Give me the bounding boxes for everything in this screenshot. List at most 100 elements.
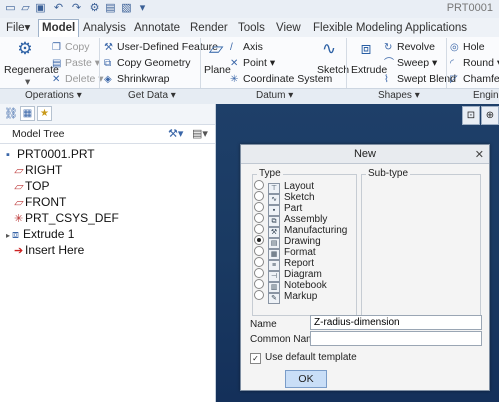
refit-icon[interactable]: ⊡ (462, 106, 480, 125)
radio-icon[interactable] (254, 224, 264, 234)
model-tree-tab-icon[interactable]: ⛓ (4, 107, 18, 120)
open-file-icon[interactable]: ▱ (19, 2, 32, 15)
regenerate-icon: ⚙ (17, 39, 33, 58)
tab-model[interactable]: Model (38, 19, 80, 38)
copy-button[interactable]: ❐ Copy (52, 41, 90, 54)
group-engineering[interactable]: Engine (473, 90, 499, 101)
type-option-markup[interactable]: ✎ Markup (254, 290, 317, 304)
subtype-group: Sub-type (361, 168, 481, 316)
delete-button[interactable]: ✕ Delete ▾ (52, 73, 104, 86)
subtype-group-label: Sub-type (366, 168, 411, 179)
markup-type-icon: ✎ (268, 293, 280, 304)
tab-flexible-modeling[interactable]: Flexible Modeling (310, 20, 406, 36)
quick-access-toolbar: ▭ ▱ ▣ ↶ ↷ ⚙ ▤ ▧ ▾ PRT0001 (0, 0, 499, 19)
radio-icon[interactable] (254, 213, 264, 223)
shrinkwrap-icon: ◈ (104, 74, 112, 85)
regenerate-small-icon[interactable]: ⚙ (88, 2, 101, 15)
tree-settings-icon[interactable]: ⚒▾ (168, 127, 183, 140)
tab-annotate[interactable]: Annotate (131, 20, 183, 36)
customize-icon[interactable]: ▾ (136, 2, 149, 15)
datum-plane-icon: ▱ (14, 197, 23, 209)
common-name-input[interactable] (310, 331, 482, 346)
sketch-button[interactable]: Sketch (317, 64, 349, 76)
datum-plane-icon: ▱ (14, 181, 23, 193)
regenerate-button[interactable]: Regenerate (4, 64, 59, 76)
radio-icon[interactable] (254, 257, 264, 267)
name-label: Name (250, 319, 277, 330)
hole-button[interactable]: ◎ Hole (450, 41, 485, 54)
revolve-icon: ↻ (384, 42, 393, 53)
radio-icon[interactable] (254, 268, 264, 278)
csys-icon: ✳ (230, 74, 239, 85)
group-get-data[interactable]: Get Data ▾ (128, 90, 176, 101)
tab-tools[interactable]: Tools (235, 20, 268, 36)
regenerate-dropdown-icon[interactable]: ▾ (25, 76, 30, 88)
extrude-icon: ⧈ (360, 39, 372, 58)
tree-item-part[interactable]: ▪ PRT0001.PRT (6, 146, 95, 163)
tab-applications[interactable]: Applications (402, 20, 470, 36)
paste-button[interactable]: ▤ Paste ▾ (52, 57, 100, 70)
point-button[interactable]: ✕ Point ▾ (230, 57, 275, 70)
favorites-tab-icon[interactable]: ★ (37, 106, 52, 121)
swept-blend-icon: ⌇ (384, 74, 389, 85)
tree-item-front[interactable]: ▱ FRONT (14, 194, 66, 211)
radio-icon[interactable] (254, 202, 264, 212)
dialog-title: New (353, 148, 376, 160)
group-operations[interactable]: Operations ▾ (25, 90, 82, 101)
save-icon[interactable]: ▣ (34, 2, 47, 15)
extrude-feature-icon: ⧈ (12, 229, 20, 241)
tab-render[interactable]: Render (187, 20, 231, 36)
checkbox-checked-icon[interactable]: ✓ (250, 353, 261, 364)
ok-button[interactable]: OK (285, 370, 327, 388)
tree-item-csys[interactable]: ✳ PRT_CSYS_DEF (14, 210, 119, 227)
zoom-in-icon[interactable]: ⊕ (481, 106, 499, 125)
tree-item-insert-here[interactable]: ➔ Insert Here (14, 242, 84, 259)
tab-view[interactable]: View (273, 20, 304, 36)
chamfer-button[interactable]: ◸Chamfer (450, 73, 499, 86)
window-icon[interactable]: ▤ (104, 2, 117, 15)
radio-icon[interactable] (254, 246, 264, 256)
radio-icon[interactable] (254, 180, 264, 190)
new-file-icon[interactable]: ▭ (4, 2, 17, 15)
delete-icon: ✕ (52, 74, 61, 85)
tree-show-icon[interactable]: ▤▾ (192, 127, 208, 140)
axis-button[interactable]: / Axis (230, 41, 263, 54)
copy-geometry-icon: ⧉ (104, 58, 112, 69)
tree-item-right[interactable]: ▱ RIGHT (14, 162, 62, 179)
undo-icon[interactable]: ↶ (52, 2, 65, 15)
csys-icon: ✳ (14, 213, 24, 225)
graphics-toolbar: ⊡ ⊕ (458, 106, 499, 126)
name-input[interactable] (310, 315, 482, 330)
expand-arrow-icon[interactable]: ▸ (6, 231, 10, 240)
copy-geometry-button[interactable]: ⧉ Copy Geometry (104, 57, 191, 70)
sweep-button[interactable]: ⌒ Sweep ▾ (384, 57, 437, 70)
round-button[interactable]: ◜Round ▾ (450, 57, 499, 70)
extrude-button[interactable]: Extrude (351, 64, 387, 76)
folder-browser-tab-icon[interactable]: ▦ (20, 106, 35, 121)
use-default-template-checkbox[interactable]: ✓ Use default template (250, 352, 357, 364)
group-shapes[interactable]: Shapes ▾ (378, 90, 420, 101)
axis-icon: / (230, 42, 233, 53)
dialog-title-bar: New ✕ (241, 145, 489, 164)
hole-icon: ◎ (450, 42, 459, 53)
model-tree-title: Model Tree (12, 128, 65, 140)
radio-icon[interactable] (254, 191, 264, 201)
tab-file[interactable]: File▾ (3, 20, 33, 36)
shrinkwrap-button[interactable]: ◈ Shrinkwrap (104, 73, 170, 86)
radio-selected-icon[interactable] (254, 235, 264, 245)
revolve-button[interactable]: ↻ Revolve (384, 41, 435, 54)
insert-arrow-icon: ➔ (14, 245, 24, 257)
redo-icon[interactable]: ↷ (70, 2, 83, 15)
close-icon[interactable]: ✕ (475, 146, 484, 164)
chamfer-icon: ◸ (450, 74, 458, 85)
close-window-icon[interactable]: ▧ (120, 2, 133, 15)
datum-plane-icon: ▱ (14, 165, 23, 177)
tab-analysis[interactable]: Analysis (80, 20, 129, 36)
plane-button[interactable]: Plane (204, 64, 231, 76)
new-dialog: New ✕ Type Sub-type ⊤ Layout ∿ Sketch ▪ Par… (240, 144, 490, 391)
tree-item-top[interactable]: ▱ TOP (14, 178, 49, 195)
radio-icon[interactable] (254, 290, 264, 300)
ribbon-group-labels: Operations ▾ Get Data ▾ Datum ▾ Shapes ▾… (0, 88, 499, 105)
radio-icon[interactable] (254, 279, 264, 289)
group-datum[interactable]: Datum ▾ (256, 90, 293, 101)
